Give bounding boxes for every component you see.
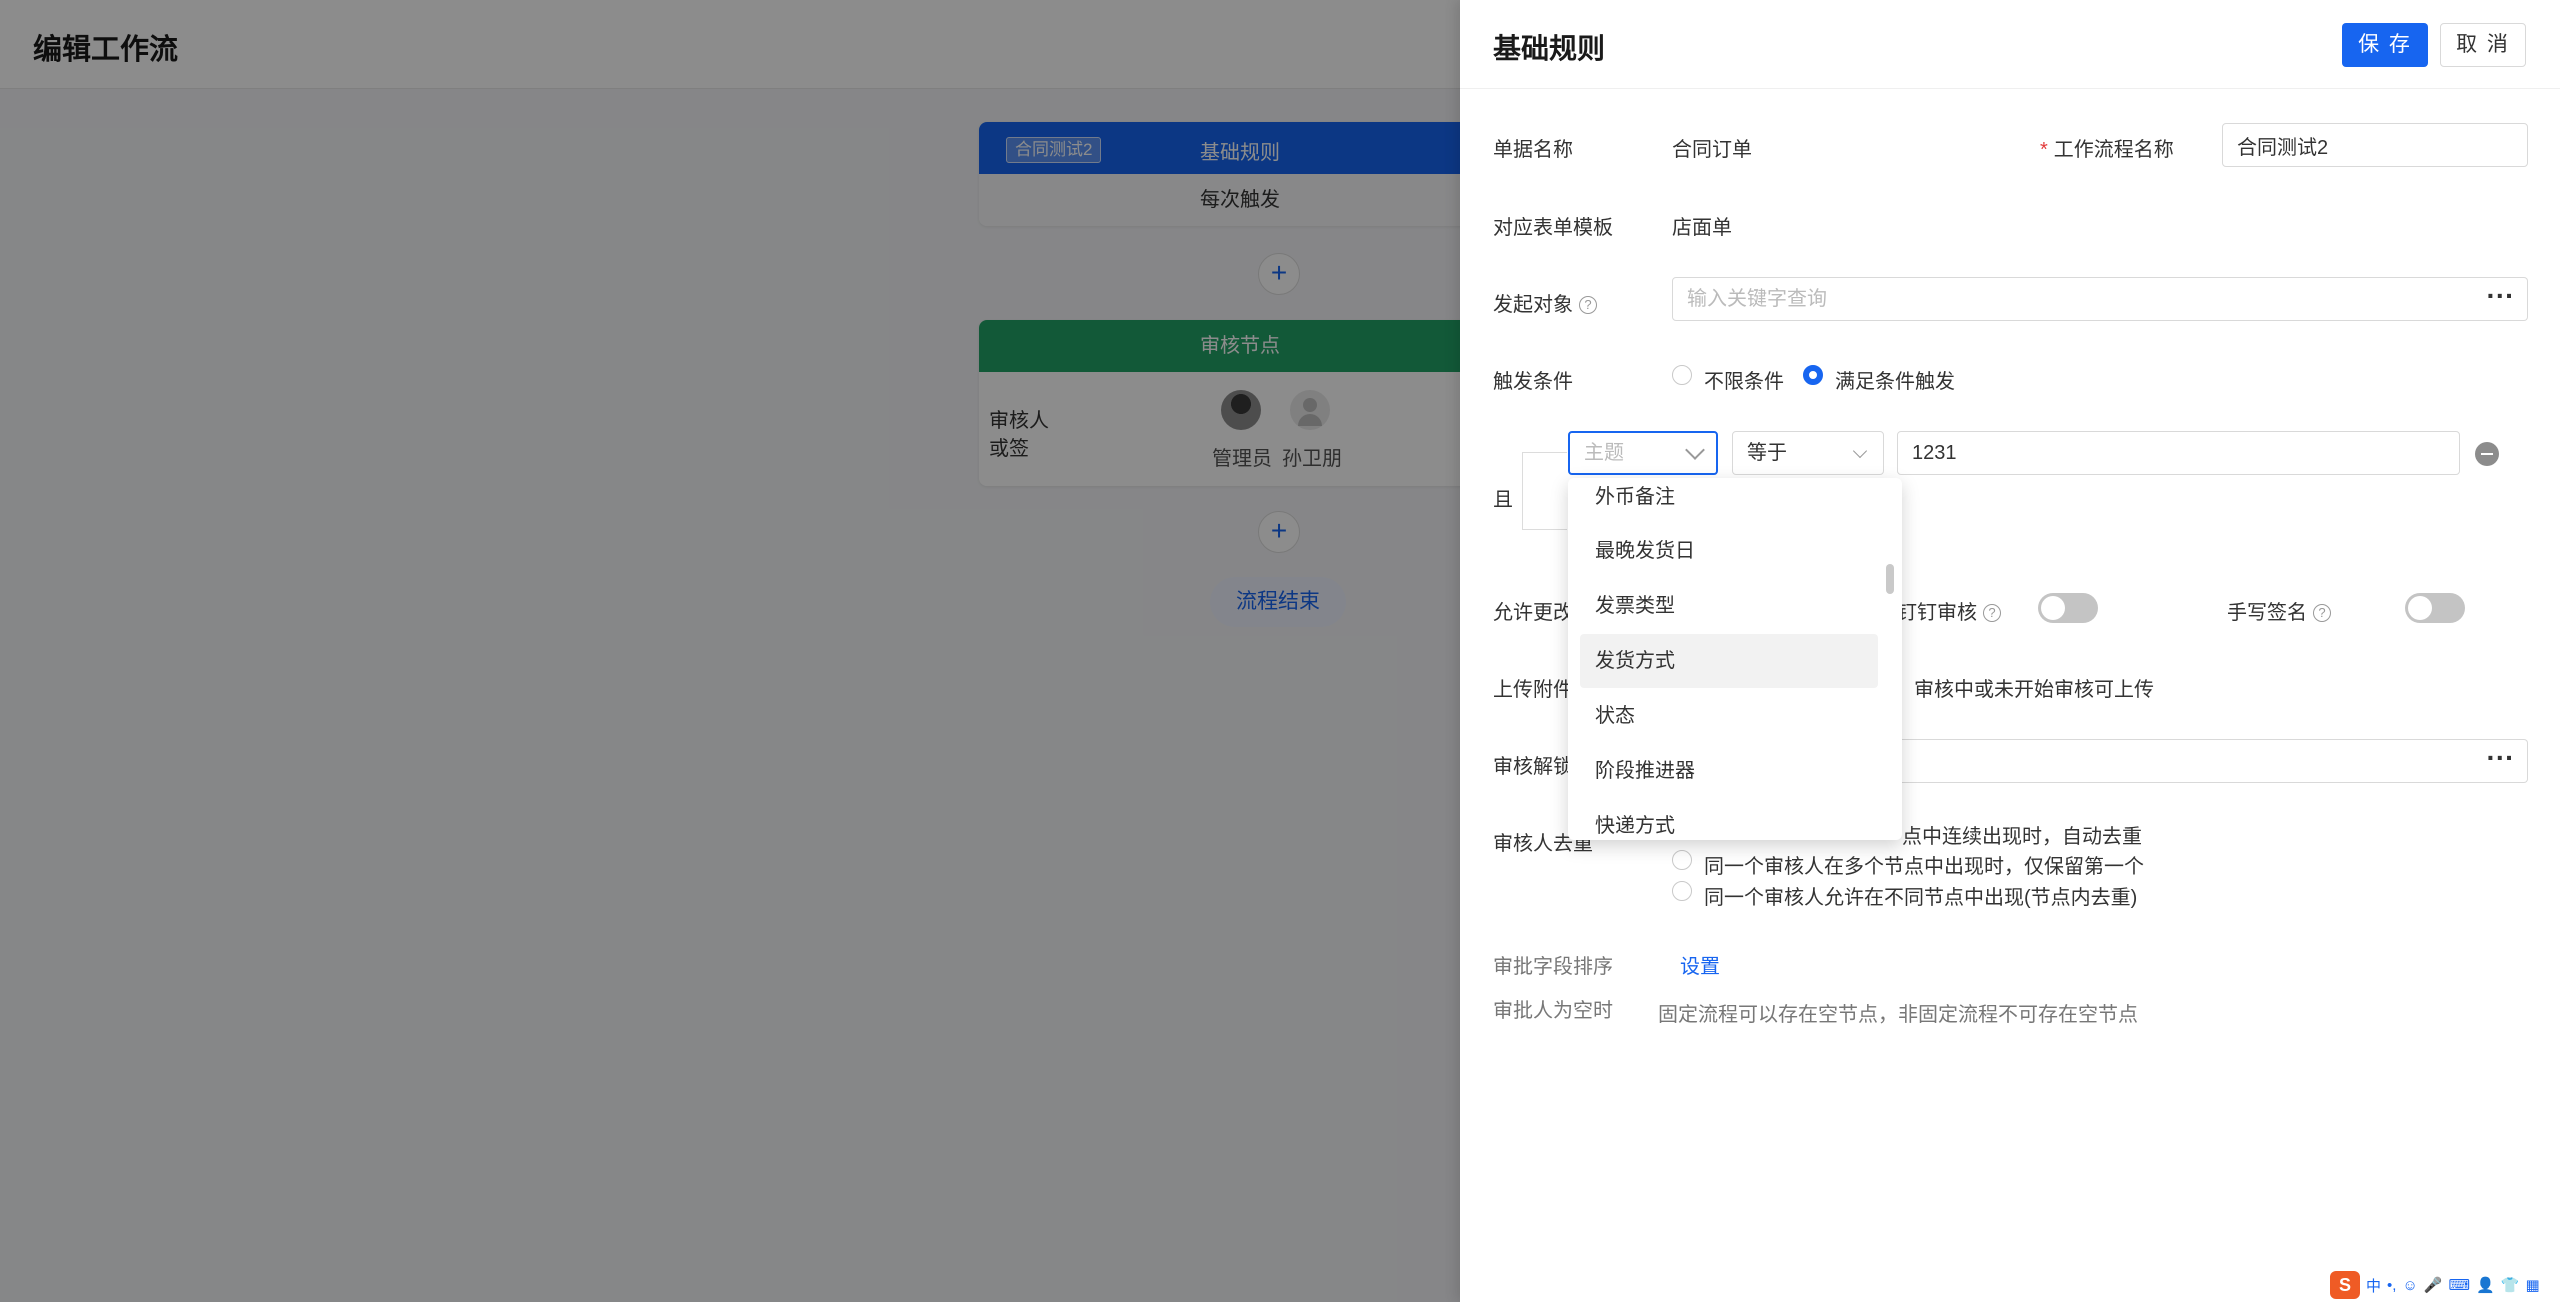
unlock-label: 审核解锁 [1493,756,1573,778]
doc-name-value: 合同订单 [1672,139,1752,161]
cancel-button[interactable]: 取 消 [2440,23,2526,67]
radio-unlimited[interactable] [1672,365,1692,385]
dedupe-option-3-label[interactable]: 同一个审核人允许在不同节点中出现(节点内去重) [1704,881,2137,910]
condition-operator-select[interactable]: 等于 [1732,431,1884,475]
condition-value-input[interactable] [1897,431,2460,475]
ime-emoji-icon[interactable]: ☺ [2402,1277,2417,1294]
handwrite-label: 手写签名? [2227,596,2331,625]
ime-chinese-icon[interactable]: 中 [2366,1275,2381,1296]
condition-field-select[interactable]: 主题 [1568,431,1718,475]
condition-field-placeholder: 主题 [1584,442,1624,464]
dedupe-option-2-label[interactable]: 同一个审核人在多个节点中出现时，仅保留第一个 [1704,850,2144,879]
upload-option-label[interactable]: 审核中或未开始审核可上传 [1914,673,2154,702]
initiator-label-text: 发起对象 [1493,294,1573,316]
field-dropdown[interactable]: 外币备注 最晚发货日 发票类型 发货方式 状态 阶段推进器 快递方式 [1568,478,1902,840]
remove-condition-icon[interactable] [2475,442,2499,466]
ime-logo-icon[interactable]: S [2330,1271,2360,1299]
modal-mask[interactable] [0,0,1460,1302]
dingtalk-label: 钉钉审核? [1897,596,2001,625]
ime-grid-icon[interactable]: ▦ [2525,1276,2539,1294]
drawer-title: 基础规则 [1493,33,1606,64]
empty-approver-text: 固定流程可以存在空节点，非固定流程不可存在空节点 [1658,1004,2138,1026]
condition-join-label[interactable]: 且 [1493,483,1513,512]
workflow-name-input[interactable] [2222,123,2528,167]
initiator-label: 发起对象? [1493,288,1597,317]
dropdown-item[interactable]: 状态 [1580,689,1878,743]
ime-user-icon[interactable]: 👤 [2476,1276,2495,1294]
dingtalk-label-text: 钉钉审核 [1897,602,1977,624]
dropdown-item[interactable]: 发票类型 [1580,579,1878,633]
form-template-value: 店面单 [1672,217,1732,239]
ime-toolbar[interactable]: S 中 •, ☺ 🎤 ⌨ 👤 👕 ▦ [2330,1271,2540,1299]
initiator-search-input[interactable] [1672,277,2476,321]
help-icon[interactable]: ? [2313,604,2331,622]
trigger-label: 触发条件 [1493,371,1573,393]
dropdown-item[interactable]: 最晚发货日 [1580,524,1878,578]
ime-punct-icon[interactable]: •, [2387,1277,2396,1294]
dedupe-radio-3[interactable] [1672,881,1692,901]
chevron-down-icon [1685,440,1705,460]
ime-keyboard-icon[interactable]: ⌨ [2448,1276,2470,1294]
more-icon[interactable]: ··· [2474,277,2528,321]
empty-approver-label: 审批人为空时 [1493,1000,1613,1022]
dedupe-option-1-label[interactable]: 点中连续出现时，自动去重 [1902,820,2142,849]
dropdown-item[interactable]: 外币备注 [1580,478,1878,524]
doc-name-label: 单据名称 [1493,139,1573,161]
help-icon[interactable]: ? [1579,296,1597,314]
handwrite-label-text: 手写签名 [2227,602,2307,624]
ime-mic-icon[interactable]: 🎤 [2424,1276,2443,1294]
dropdown-item[interactable]: 快递方式 [1580,799,1878,840]
dropdown-item-hovered[interactable]: 发货方式 [1580,634,1878,688]
radio-condition[interactable] [1803,365,1823,385]
dedupe-radio-2[interactable] [1672,850,1692,870]
handwrite-toggle[interactable] [2405,593,2465,623]
more-icon[interactable]: ··· [2474,739,2528,783]
field-order-setting-link[interactable]: 设置 [1680,950,1720,979]
workflow-name-label-text: 工作流程名称 [2053,139,2174,161]
condition-operator-value: 等于 [1747,442,1787,464]
save-button[interactable]: 保 存 [2342,23,2428,67]
field-order-label: 审批字段排序 [1493,956,1613,978]
help-icon[interactable]: ? [1983,604,2001,622]
condition-bracket [1522,452,1567,530]
dropdown-scrollbar[interactable] [1886,564,1894,594]
upload-label: 上传附件 [1493,679,1573,701]
drawer-header: 基础规则 保 存 取 消 [1460,0,2560,89]
ime-skin-icon[interactable]: 👕 [2501,1276,2520,1294]
radio-condition-label[interactable]: 满足条件触发 [1835,365,1955,394]
workflow-name-label: * 工作流程名称 [2040,133,2174,162]
chevron-down-icon [1852,443,1868,459]
radio-unlimited-label[interactable]: 不限条件 [1704,365,1784,394]
dingtalk-toggle[interactable] [2038,593,2098,623]
dropdown-item[interactable]: 阶段推进器 [1580,744,1878,798]
required-mark: * [2040,139,2048,161]
form-template-label: 对应表单模板 [1493,217,1613,239]
allow-change-label: 允许更改 [1493,602,1573,624]
